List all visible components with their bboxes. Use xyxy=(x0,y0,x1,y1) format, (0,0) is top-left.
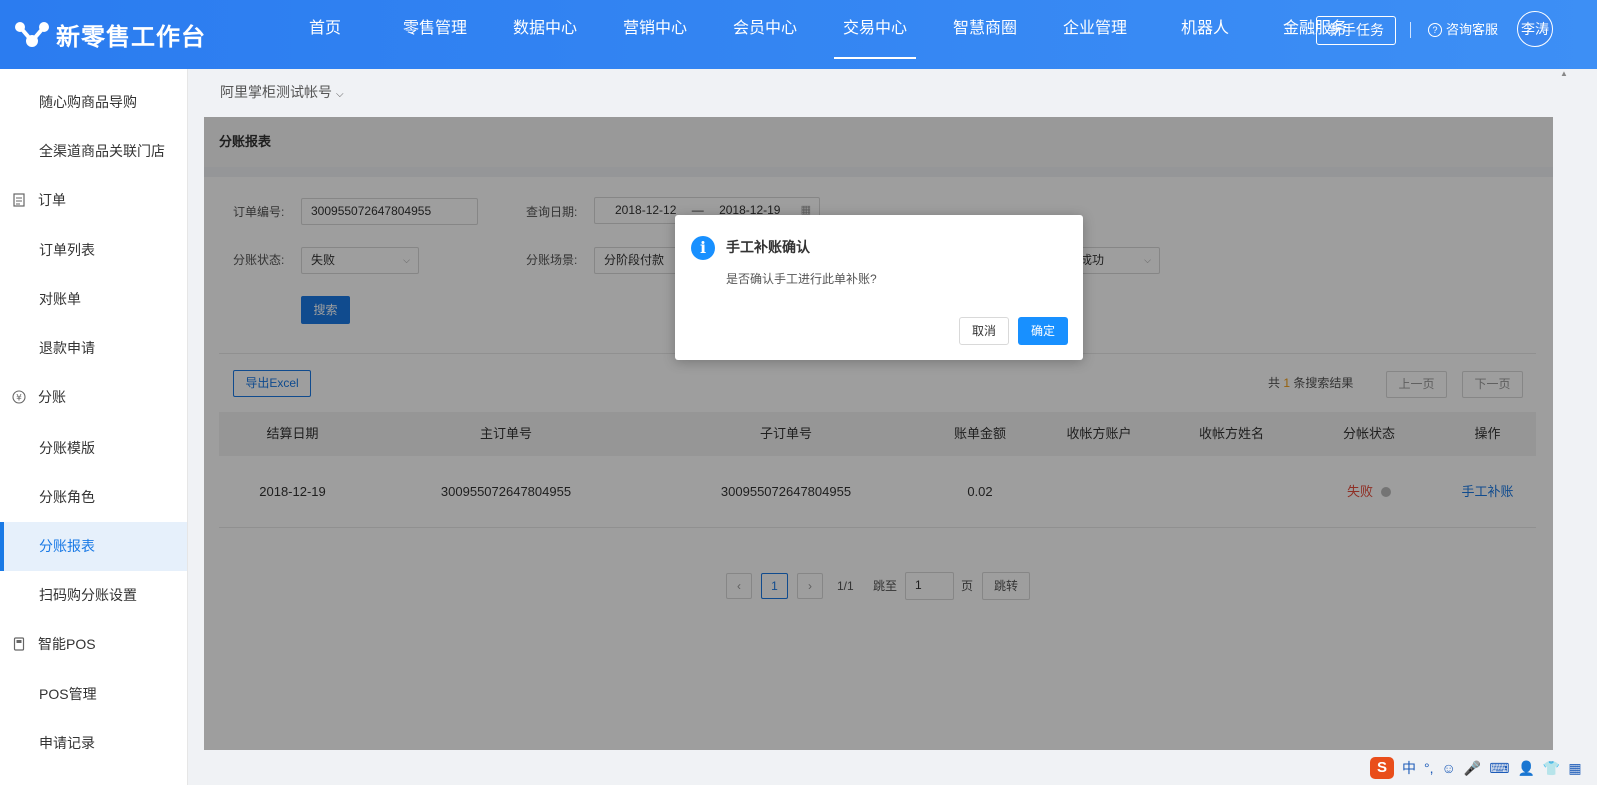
sidebar-item-label: 全渠道商品关联门店 xyxy=(39,143,165,159)
sidebar-item-label: 随心购商品导购 xyxy=(39,94,137,110)
sidebar-item-label: 订单列表 xyxy=(39,242,95,258)
confirm-dialog: i 手工补账确认 是否确认手工进行此单补账? 取消 确定 xyxy=(675,215,1083,360)
sidebar-item-label: 分账报表 xyxy=(39,538,95,554)
nav-robot[interactable]: 机器人 xyxy=(1150,0,1260,69)
account-label: 阿里掌柜测试帐号 xyxy=(220,84,332,100)
grid-menu-icon[interactable]: ▦ xyxy=(1568,758,1581,778)
pos-icon xyxy=(12,637,26,651)
nav-retail[interactable]: 零售管理 xyxy=(380,0,490,69)
sidebar-item-split-template[interactable]: 分账模版 xyxy=(0,424,187,473)
sidebar-item-label: 分账角色 xyxy=(39,489,95,505)
user-icon[interactable]: 👤 xyxy=(1517,758,1534,778)
account-selector[interactable]: 阿里掌柜测试帐号 ⌵ xyxy=(220,82,344,105)
headset-icon: ? xyxy=(1428,23,1442,37)
svg-text:¥: ¥ xyxy=(16,394,22,404)
scroll-up-arrow-icon[interactable]: ▲ xyxy=(1560,69,1568,78)
header-divider xyxy=(1410,22,1411,38)
sidebar-item-pos-manage[interactable]: POS管理 xyxy=(0,670,187,719)
nav-enterprise[interactable]: 企业管理 xyxy=(1040,0,1150,69)
dialog-title: 手工补账确认 xyxy=(726,239,810,255)
sidebar-group-pos[interactable]: 智能POS xyxy=(0,620,187,669)
sidebar-item-statement[interactable]: 对账单 xyxy=(0,275,187,324)
ime-toolbar: S 中 °, ☺ 🎤 ⌨ 👤 👕 ▦ xyxy=(1368,750,1597,785)
sidebar-item-split-report[interactable]: 分账报表 xyxy=(0,522,187,571)
sidebar-item-refund[interactable]: 退款申请 xyxy=(0,324,187,373)
logo-mark-icon xyxy=(14,19,50,49)
sidebar-item-label: 对账单 xyxy=(39,291,81,307)
modal-mask[interactable] xyxy=(204,117,1553,750)
sidebar-item-split-role[interactable]: 分账角色 xyxy=(0,473,187,522)
document-icon xyxy=(12,193,26,207)
sidebar-group-orders[interactable]: 订单 xyxy=(0,176,187,225)
sidebar-item-label: POS管理 xyxy=(39,686,97,702)
sidebar-group-split[interactable]: ¥ 分账 xyxy=(0,373,187,422)
sidebar: 随心购商品导购 全渠道商品关联门店 订单 订单列表 对账单 退款申请 ¥ 分账 … xyxy=(0,69,188,785)
top-header: 新零售工作台 首页 零售管理 数据中心 营销中心 会员中心 交易中心 智慧商圈 … xyxy=(0,0,1597,69)
nav-home[interactable]: 首页 xyxy=(270,0,380,69)
sidebar-item-label: 申请记录 xyxy=(39,735,95,751)
sidebar-item-apply-records[interactable]: 申请记录 xyxy=(0,719,187,768)
logo[interactable]: 新零售工作台 xyxy=(14,16,206,52)
logo-text: 新零售工作台 xyxy=(56,23,206,51)
yuan-icon: ¥ xyxy=(12,390,26,404)
sidebar-item-label: 智能POS xyxy=(38,636,96,652)
nav-business-district[interactable]: 智慧商圈 xyxy=(930,0,1040,69)
nav-member[interactable]: 会员中心 xyxy=(710,0,820,69)
confirm-button[interactable]: 确定 xyxy=(1018,317,1068,345)
avatar[interactable]: 李涛 xyxy=(1517,11,1553,47)
chevron-down-icon: ⌵ xyxy=(336,89,344,100)
nav-marketing[interactable]: 营销中心 xyxy=(600,0,710,69)
ime-chinese-mode[interactable]: 中 xyxy=(1402,758,1416,778)
newbie-task-button[interactable]: 新手任务 xyxy=(1316,16,1396,45)
support-link[interactable]: ? 咨询客服 xyxy=(1428,20,1498,40)
sidebar-item-omnichannel[interactable]: 全渠道商品关联门店 xyxy=(0,127,187,176)
sidebar-item-order-list[interactable]: 订单列表 xyxy=(0,226,187,275)
ime-logo-icon[interactable]: S xyxy=(1370,756,1394,779)
microphone-icon[interactable]: 🎤 xyxy=(1464,758,1481,778)
sidebar-item-guide[interactable]: 随心购商品导购 xyxy=(0,78,187,127)
ime-punctuation-icon[interactable]: °, xyxy=(1424,758,1434,778)
sidebar-item-label: 分账 xyxy=(38,389,66,405)
nav-trade[interactable]: 交易中心 xyxy=(820,0,930,69)
skin-icon[interactable]: 👕 xyxy=(1543,758,1560,778)
cancel-button[interactable]: 取消 xyxy=(959,317,1009,345)
sidebar-item-label: 扫码购分账设置 xyxy=(39,587,137,603)
support-label: 咨询客服 xyxy=(1446,22,1499,37)
sidebar-item-label: 退款申请 xyxy=(39,340,95,356)
info-icon: i xyxy=(691,236,715,260)
sidebar-item-label: 分账模版 xyxy=(39,440,95,456)
emoji-icon[interactable]: ☺ xyxy=(1442,758,1456,778)
sidebar-item-scan-split-settings[interactable]: 扫码购分账设置 xyxy=(0,571,187,620)
keyboard-icon[interactable]: ⌨ xyxy=(1489,758,1509,778)
dialog-message: 是否确认手工进行此单补账? xyxy=(726,272,877,286)
sidebar-item-label: 订单 xyxy=(38,192,66,208)
nav-data[interactable]: 数据中心 xyxy=(490,0,600,69)
main-nav: 首页 零售管理 数据中心 营销中心 会员中心 交易中心 智慧商圈 企业管理 机器… xyxy=(270,0,1370,69)
